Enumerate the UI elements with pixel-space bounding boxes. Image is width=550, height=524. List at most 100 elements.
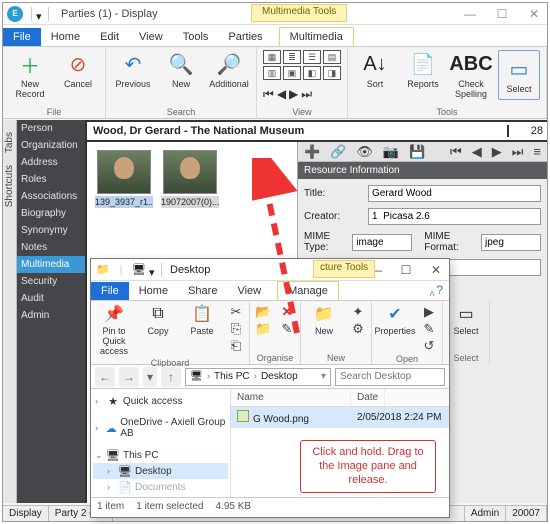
- sidebar-tab-tabs[interactable]: Tabs: [4, 132, 15, 153]
- check-spelling-button[interactable]: ABCCheckSpelling: [450, 50, 492, 100]
- maximize-button[interactable]: ☐: [493, 7, 511, 21]
- address-box[interactable]: 🖥› This PC› Desktop ▾: [185, 368, 331, 386]
- properties-button[interactable]: ✔Properties: [376, 303, 414, 337]
- help-icon[interactable]: ?: [436, 283, 443, 297]
- column-headers[interactable]: Name Date: [231, 389, 449, 407]
- crumb-pc[interactable]: This PC: [214, 371, 250, 382]
- sidebar-item-multimedia[interactable]: Multimedia: [17, 256, 85, 273]
- sidebar-tab-shortcuts[interactable]: Shortcuts: [4, 165, 15, 207]
- mime-format-field[interactable]: [481, 234, 541, 251]
- delete-icon[interactable]: ✕: [278, 303, 296, 319]
- recent-button[interactable]: ▾: [143, 367, 157, 387]
- sidebar-item-security[interactable]: Security: [17, 273, 85, 290]
- sidebar-item-person[interactable]: Person: [17, 120, 85, 137]
- tab-view[interactable]: View: [129, 28, 173, 46]
- tree-documents[interactable]: ›📄Documents: [93, 479, 228, 495]
- sidebar-item-synonymy[interactable]: Synonymy: [17, 222, 85, 239]
- res-first-icon[interactable]: ⏮: [450, 144, 462, 160]
- tree-quick-access[interactable]: ›★Quick access: [93, 393, 228, 409]
- sidebar-item-roles[interactable]: Roles: [17, 171, 85, 188]
- sidebar-item-audit[interactable]: Audit: [17, 290, 85, 307]
- ex-tab-view[interactable]: View: [227, 282, 271, 300]
- qat-dropdown-icon[interactable]: ▾: [36, 10, 44, 18]
- tab-tools[interactable]: Tools: [173, 28, 219, 46]
- history-icon[interactable]: ↺: [420, 337, 438, 353]
- title-field[interactable]: [368, 185, 541, 202]
- ribbon-collapse-icon[interactable]: ˄: [429, 289, 435, 300]
- mime-type-field[interactable]: [352, 234, 412, 251]
- edit-icon[interactable]: ✎: [420, 320, 438, 336]
- status-size: 4.95 KB: [216, 501, 252, 512]
- easy-access-icon[interactable]: ⚙: [349, 320, 367, 336]
- sidebar-item-associations[interactable]: Associations: [17, 188, 85, 205]
- open-icon[interactable]: ▶: [420, 303, 438, 319]
- pin-button[interactable]: 📌Pin to Quickaccess: [95, 303, 133, 357]
- creator-field[interactable]: [368, 208, 541, 225]
- res-add-icon[interactable]: ➕: [304, 144, 320, 160]
- new-item-icon[interactable]: ✦: [349, 303, 367, 319]
- additional-button[interactable]: 🔎Additional: [208, 50, 250, 90]
- cancel-button[interactable]: ⊘Cancel: [57, 50, 99, 90]
- sidebar-item-admin[interactable]: Admin: [17, 307, 85, 324]
- nav-arrows[interactable]: ⏮◀▶⏭: [263, 87, 312, 102]
- forward-button[interactable]: →: [119, 367, 139, 387]
- copy-to-icon[interactable]: 📁: [254, 320, 272, 336]
- view-mode-grid[interactable]: ▦≣☰▤ ▥▣◧◨: [263, 50, 341, 80]
- new-search-button[interactable]: 🔍New: [160, 50, 202, 90]
- reports-button[interactable]: 📄Reports: [402, 50, 444, 90]
- file-row[interactable]: G Wood.png 2/05/2018 2:24 PM: [231, 407, 449, 428]
- res-next-icon[interactable]: ▶: [492, 144, 502, 160]
- new-folder-button[interactable]: 📁New: [305, 303, 343, 337]
- select-button[interactable]: ▭Select: [498, 50, 540, 100]
- thumbnail[interactable]: 19072007(0)...: [161, 150, 219, 208]
- tree-this-pc[interactable]: ⌄🖥This PC: [93, 447, 228, 463]
- tab-parties[interactable]: Parties: [218, 28, 272, 46]
- explorer-close-button[interactable]: ✕: [427, 263, 445, 277]
- ex-tab-manage[interactable]: Manage: [277, 281, 339, 300]
- tab-home[interactable]: Home: [41, 28, 90, 46]
- tab-file[interactable]: File: [3, 28, 41, 46]
- copy-button[interactable]: ⧉Copy: [139, 303, 177, 337]
- tab-edit[interactable]: Edit: [90, 28, 129, 46]
- explorer-search-input[interactable]: [335, 368, 445, 386]
- paste-shortcut-icon[interactable]: ⎗: [227, 337, 245, 353]
- move-icon[interactable]: 📂: [254, 303, 272, 319]
- paste-button[interactable]: 📋Paste: [183, 303, 221, 337]
- res-camera-icon[interactable]: 📷: [383, 144, 399, 160]
- tab-multimedia[interactable]: Multimedia: [279, 27, 354, 46]
- sidebar-item-biography[interactable]: Biography: [17, 205, 85, 222]
- mime-format-label: MIME Format:: [424, 231, 477, 253]
- res-view-icon[interactable]: 👁: [356, 144, 373, 160]
- sidebar-item-notes[interactable]: Notes: [17, 239, 85, 256]
- copy-path-icon[interactable]: ⎘: [227, 320, 245, 336]
- cut-icon[interactable]: ✂: [227, 303, 245, 319]
- ex-tab-home[interactable]: Home: [129, 282, 178, 300]
- up-button[interactable]: ↑: [161, 367, 181, 387]
- res-save-icon[interactable]: 💾: [409, 144, 425, 160]
- res-last-icon[interactable]: ⏭: [512, 144, 524, 160]
- ex-select-button[interactable]: ▭Select: [447, 303, 485, 337]
- col-name[interactable]: Name: [231, 389, 351, 406]
- tree-desktop[interactable]: ›🖥Desktop: [93, 463, 228, 479]
- rename-icon[interactable]: ✎: [278, 320, 296, 336]
- crumb-desktop[interactable]: Desktop: [261, 371, 298, 382]
- explorer-status-bar: 1 item 1 item selected 4.95 KB: [91, 497, 449, 515]
- sidebar-item-organization[interactable]: Organization: [17, 137, 85, 154]
- res-attach-icon[interactable]: 🔗: [330, 144, 346, 160]
- new-record-button[interactable]: ＋NewRecord: [9, 50, 51, 100]
- previous-button[interactable]: ↶Previous: [112, 50, 154, 90]
- col-date[interactable]: Date: [351, 389, 385, 406]
- minimize-button[interactable]: —: [461, 7, 479, 21]
- res-menu-icon[interactable]: ≡: [533, 144, 541, 159]
- close-button[interactable]: ✕: [525, 7, 543, 21]
- sidebar-item-address[interactable]: Address: [17, 154, 85, 171]
- ex-tab-file[interactable]: File: [91, 282, 129, 300]
- back-button[interactable]: ←: [95, 367, 115, 387]
- res-prev-icon[interactable]: ◀: [472, 144, 482, 160]
- qat-dropdown-icon[interactable]: ▾: [149, 266, 157, 274]
- sort-button[interactable]: A↓Sort: [354, 50, 396, 90]
- explorer-maximize-button[interactable]: ☐: [397, 263, 415, 277]
- tree-onedrive[interactable]: ›☁OneDrive - Axiell Group AB: [93, 415, 228, 441]
- ex-tab-share[interactable]: Share: [178, 282, 227, 300]
- thumbnail[interactable]: 139_3937_r1...: [95, 150, 153, 208]
